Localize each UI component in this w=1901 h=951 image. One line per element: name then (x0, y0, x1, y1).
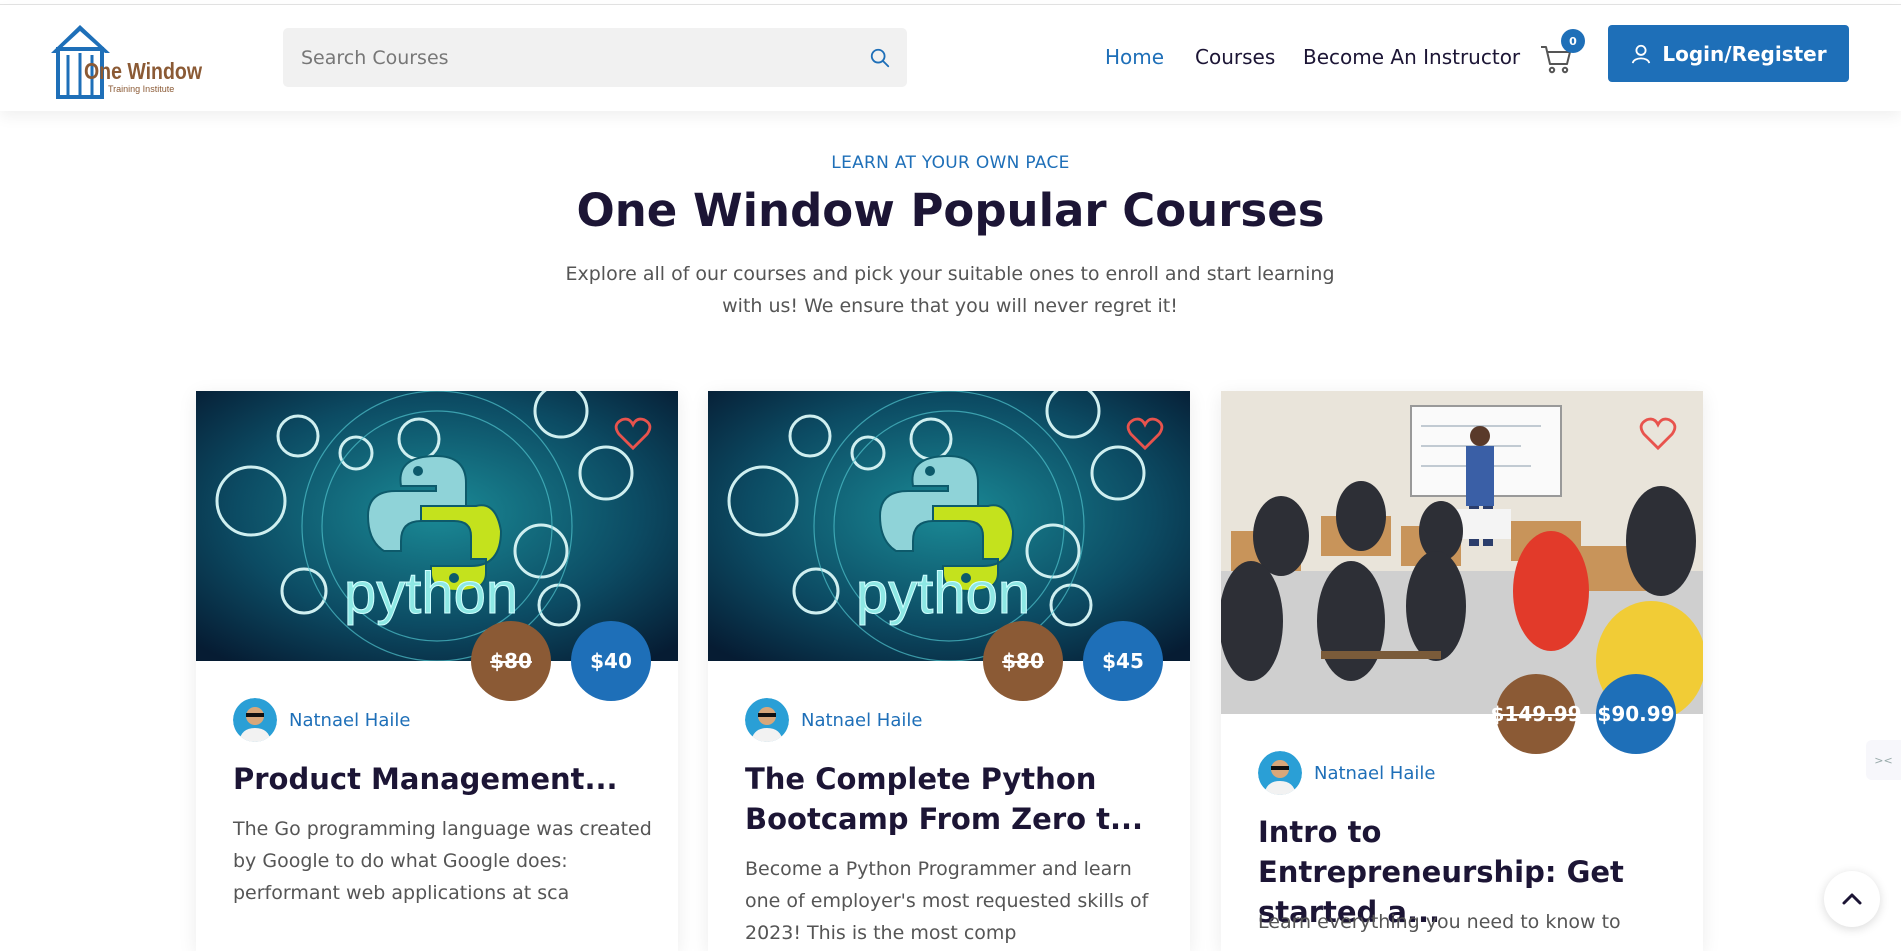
heart-icon[interactable] (1126, 417, 1164, 451)
current-price: $45 (1083, 621, 1163, 701)
side-widget-tab[interactable]: >< (1866, 740, 1901, 780)
current-price: $40 (571, 621, 651, 701)
instructor-info[interactable]: Natnael Haile (745, 698, 922, 742)
instructor-avatar (745, 698, 789, 742)
current-price: $90.99 (1596, 674, 1676, 754)
course-card[interactable]: $149.99 $90.99 Natnael Haile Intro to En… (1221, 391, 1703, 951)
old-price: $149.99 (1490, 674, 1582, 754)
instructor-info[interactable]: Natnael Haile (233, 698, 410, 742)
section-title: One Window Popular Courses (576, 184, 1325, 237)
instructor-name: Natnael Haile (1314, 762, 1436, 784)
search-input[interactable] (283, 28, 843, 87)
search-icon[interactable] (869, 47, 891, 69)
course-title[interactable]: Product Management... (233, 759, 653, 799)
course-title[interactable]: The Complete Python Bootcamp From Zero t… (745, 759, 1165, 839)
instructor-avatar (233, 698, 277, 742)
site-header: One Window Training Institute Home Cours… (0, 5, 1901, 111)
chevron-up-icon (1842, 893, 1862, 905)
old-price: $80 (471, 621, 551, 701)
nav-home[interactable]: Home (1105, 45, 1164, 69)
svg-text:python: python (856, 561, 1030, 626)
instructor-name: Natnael Haile (801, 709, 923, 731)
section-description: Explore all of our courses and pick your… (565, 263, 1335, 317)
section-eyebrow: LEARN AT YOUR OWN PACE (831, 153, 1070, 173)
course-description: Become a Python Programmer and learn one… (745, 858, 1149, 944)
instructor-name: Natnael Haile (289, 709, 411, 731)
logo-text: One Window (84, 58, 202, 84)
heart-icon[interactable] (614, 417, 652, 451)
course-card[interactable]: python $80 $45 Natnael Haile The Complet… (708, 391, 1190, 951)
logo-subtext: Training Institute (108, 84, 174, 94)
heart-icon[interactable] (1639, 417, 1677, 451)
nav-become-instructor[interactable]: Become An Instructor (1303, 45, 1520, 69)
login-register-button[interactable]: Login/Register (1608, 25, 1849, 82)
nav-courses[interactable]: Courses (1195, 45, 1275, 69)
site-logo[interactable]: One Window Training Institute (48, 19, 203, 103)
scroll-to-top-button[interactable] (1824, 871, 1880, 927)
course-description: Learn everything you need to know to (1258, 911, 1621, 933)
instructor-avatar (1258, 751, 1302, 795)
search-bar (283, 28, 907, 87)
course-description: The Go programming language was created … (233, 818, 652, 904)
instructor-info[interactable]: Natnael Haile (1258, 751, 1435, 795)
old-price: $80 (983, 621, 1063, 701)
svg-text:python: python (344, 561, 518, 626)
user-icon (1632, 44, 1651, 64)
login-register-label: Login/Register (1662, 41, 1827, 66)
course-card[interactable]: python $80 $40 Natnael Haile Product Man… (196, 391, 678, 951)
course-thumbnail-classroom[interactable] (1221, 391, 1703, 714)
cart-count-badge: 0 (1561, 29, 1585, 53)
